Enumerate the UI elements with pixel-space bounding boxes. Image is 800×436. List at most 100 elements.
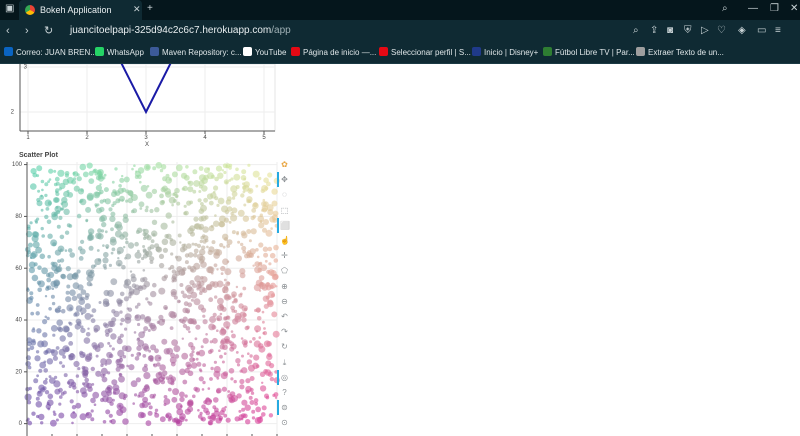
scatter-point [249,387,254,392]
scatter-point [73,272,79,278]
outlook-icon [4,47,13,56]
scatter-point [187,302,193,308]
shield-icon[interactable]: ⛨ [684,24,692,38]
minimize-icon[interactable]: — [748,3,758,15]
camera-icon[interactable]: ◙ [667,24,673,38]
scatter-point [37,189,41,193]
scatter-point [101,390,108,397]
scatter-point [64,249,68,252]
scatter-point [271,188,278,195]
scatter-point [219,312,223,316]
scatter-point [100,229,105,233]
bookmark-correo[interactable]: Correo: JUAN BREN... [4,47,97,59]
poly-select-icon[interactable]: ⬠ [280,266,289,275]
scatter-point [31,411,36,416]
examine-icon[interactable]: ⊙ [280,418,289,427]
forward-icon[interactable]: › [25,24,29,38]
scatter-point [193,253,198,258]
scatter-point [178,300,181,303]
scatter-point [108,263,112,267]
scatter-point [47,254,51,259]
scatter-point [209,316,217,323]
scatter-point [249,189,252,192]
scatter-point [268,262,272,266]
scatter-point [114,230,123,238]
cube-icon[interactable]: ◈ [738,24,746,38]
close-window-icon[interactable]: ✕ [790,3,798,15]
scatter-point [249,340,253,344]
undo-icon[interactable]: ↶ [280,312,289,321]
reset-icon[interactable]: ↻ [280,342,289,351]
tab-actions-icon[interactable]: ▣ [5,3,14,15]
scatter-point [244,404,251,411]
bookmark-perfil[interactable]: Seleccionar perfil | S... [379,47,471,59]
scatter-point [62,325,70,333]
wallet-icon[interactable]: ▭ [757,24,766,38]
bookmark-whatsapp[interactable]: WhatsApp [95,47,144,59]
scatter-point [205,397,210,402]
scatter-point [271,311,278,318]
scatter-point [176,420,181,425]
bookmark-maven[interactable]: Maven Repository: c... [150,47,242,59]
tab-bokeh-application[interactable]: Bokeh Application ✕ [19,0,142,20]
search-icon[interactable]: ⌕ [722,3,728,15]
scatter-point [209,340,213,344]
reload-icon[interactable]: ↻ [44,24,53,38]
scatter-point [263,219,269,225]
bookmark-futbol[interactable]: Fútbol Libre TV | Par... [543,47,635,59]
scatter-point [110,278,118,286]
scatter-point [107,341,111,345]
bookmark-netflix[interactable]: Página de inicio —... [291,47,376,59]
scatter-point [255,248,259,252]
scatter-point [125,240,129,245]
tap-icon[interactable]: ☝ [280,236,290,245]
restore-icon[interactable]: ❐ [770,3,779,15]
zoom-icon[interactable]: ⌕ [633,24,639,38]
scatter-point [268,413,274,418]
scatter-point [135,230,140,234]
hover-icon[interactable]: ⊜ [277,400,289,416]
scatter-point [160,222,168,230]
scatter-point [210,192,217,199]
scatter-point [65,266,71,272]
share-icon[interactable]: ⇪ [650,24,658,38]
new-tab-button[interactable]: + [147,3,153,15]
play-icon[interactable]: ▷ [701,24,709,38]
box-zoom-icon[interactable]: ⬚ [280,206,289,215]
url-field[interactable]: juancitoelpapi-325d94c2c6c7.herokuapp.co… [70,25,291,36]
bokeh-logo-icon[interactable]: ✿ [280,160,289,169]
back-icon[interactable]: ‹ [6,24,10,38]
scatter-point [239,378,245,385]
scatter-point [102,244,105,247]
scatter-point [241,407,246,412]
bookmark-disney[interactable]: Inicio | Disney+ [472,47,538,59]
zoom-out-icon[interactable]: ⊖ [280,297,289,306]
scatter-point [63,373,68,378]
scatter-point [85,206,92,213]
zoom-in-icon[interactable]: ⊕ [280,282,289,291]
bookmark-youtube[interactable]: YouTube [243,47,286,59]
bookmark-extraer[interactable]: Extraer Texto de un... [636,47,724,59]
scatter-point [105,409,111,415]
close-tab-icon[interactable]: ✕ [133,4,141,15]
box-select-icon[interactable]: ⬜ [277,217,290,233]
pan-icon[interactable]: ✥ [277,172,289,188]
save-icon[interactable]: ⤓ [280,358,289,367]
scatter-point [210,224,214,228]
heart-icon[interactable]: ♡ [717,24,726,38]
scatter-point [59,335,66,342]
menu-icon[interactable]: ≡ [775,24,781,38]
crosshair-icon[interactable]: ✛ [280,251,289,260]
scatter-plot[interactable]: Scatter Plot 100 80 60 40 20 0 [0,64,280,436]
redo-icon[interactable]: ↷ [280,327,289,336]
scatter-point [216,389,221,394]
scatter-point [162,247,168,253]
help-icon[interactable]: ? [280,388,289,397]
scatter-point [27,242,33,248]
lasso-select-icon[interactable]: ◌ [280,190,289,199]
scatter-point [270,227,273,230]
wheel-zoom-icon[interactable]: ◎ [277,369,289,385]
scatter-point [241,367,248,374]
scatter-point [152,282,157,288]
scatter-point [158,253,165,259]
